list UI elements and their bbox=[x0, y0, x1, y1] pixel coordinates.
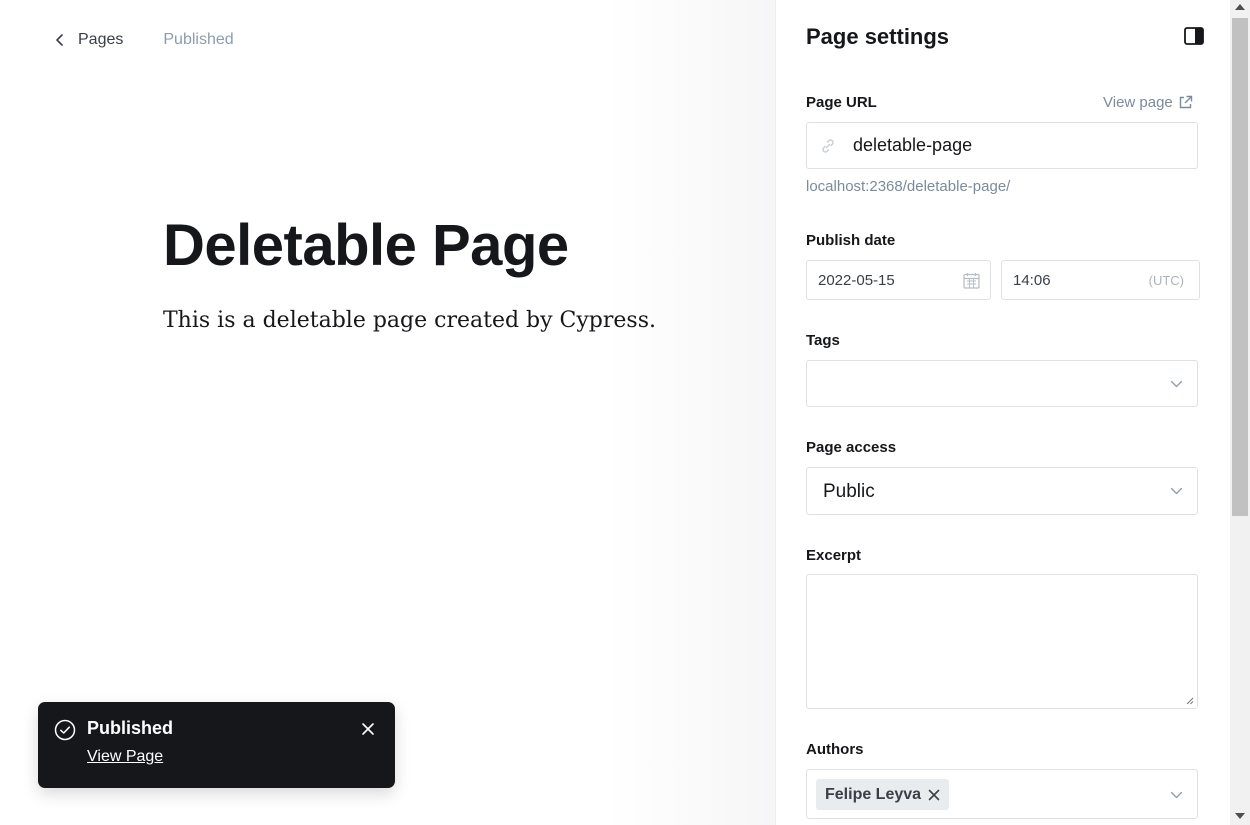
published-toast bbox=[38, 702, 395, 788]
page-url-field[interactable] bbox=[806, 122, 1198, 169]
page-url-hint: localhost:2368/deletable-page/ bbox=[806, 178, 1011, 195]
chevron-left-icon bbox=[56, 34, 63, 46]
back-to-pages-link[interactable]: Pages bbox=[52, 31, 123, 49]
publish-time-value: 14:06 bbox=[1013, 271, 1051, 289]
sidebar-toggle-icon[interactable] bbox=[1184, 27, 1204, 45]
authors-label: Authors bbox=[806, 741, 864, 758]
toast-view-page-link[interactable]: View Page bbox=[87, 748, 163, 766]
authors-select[interactable]: Felipe Leyva bbox=[806, 769, 1198, 819]
chevron-down-icon bbox=[1170, 380, 1183, 388]
view-page-label: View page bbox=[1103, 94, 1173, 111]
publish-date-input[interactable]: 2022-05-15 bbox=[806, 260, 991, 300]
link-icon bbox=[822, 139, 834, 153]
chevron-down-icon bbox=[1170, 791, 1183, 799]
excerpt-label: Excerpt bbox=[806, 547, 862, 564]
page-url-label: Page URL bbox=[806, 94, 877, 111]
publish-time-input[interactable]: 14:06 (UTC) bbox=[1001, 260, 1200, 300]
tags-select[interactable] bbox=[806, 360, 1198, 407]
editor-topbar: Pages Published bbox=[52, 29, 234, 51]
resize-handle-icon[interactable] bbox=[1184, 695, 1194, 705]
check-circle-icon bbox=[54, 719, 76, 741]
remove-author-icon[interactable] bbox=[928, 789, 940, 801]
calendar-icon[interactable] bbox=[963, 272, 980, 289]
back-link-label: Pages bbox=[78, 31, 124, 48]
scroll-up-arrow[interactable] bbox=[1235, 4, 1245, 10]
author-chip[interactable]: Felipe Leyva bbox=[816, 779, 950, 810]
author-name: Felipe Leyva bbox=[825, 785, 922, 803]
external-link-icon bbox=[1179, 95, 1192, 109]
vertical-scrollbar[interactable] bbox=[1230, 0, 1250, 825]
tags-label: Tags bbox=[806, 332, 840, 349]
chevron-down-icon bbox=[1170, 487, 1183, 495]
close-icon[interactable] bbox=[360, 721, 376, 737]
page-access-value: Public bbox=[823, 481, 875, 502]
page-settings-panel: Page settings Page URL View page localho… bbox=[775, 0, 1231, 825]
toast-title: Published bbox=[87, 718, 174, 738]
page-title[interactable]: Deletable Page bbox=[163, 212, 569, 279]
panel-title: Page settings bbox=[806, 24, 950, 49]
page-access-select[interactable]: Public bbox=[806, 467, 1198, 515]
timezone-label: (UTC) bbox=[1148, 273, 1184, 288]
page-access-label: Page access bbox=[806, 439, 897, 456]
page-url-input[interactable] bbox=[851, 134, 1175, 157]
view-page-link[interactable]: View page bbox=[1103, 94, 1193, 111]
scroll-down-arrow[interactable] bbox=[1235, 813, 1245, 819]
page-body-text[interactable]: This is a deletable page created by Cypr… bbox=[163, 308, 656, 333]
publish-date-value: 2022-05-15 bbox=[818, 271, 895, 289]
publish-date-label: Publish date bbox=[806, 232, 896, 249]
scroll-thumb[interactable] bbox=[1232, 18, 1248, 516]
excerpt-textarea[interactable] bbox=[806, 574, 1198, 709]
post-status: Published bbox=[163, 31, 234, 48]
